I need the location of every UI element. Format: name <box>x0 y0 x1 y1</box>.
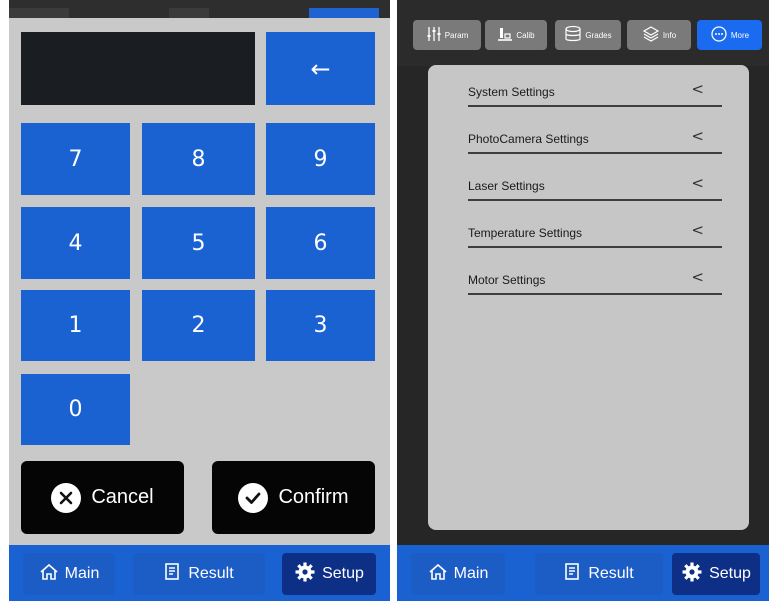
key-5[interactable]: 5 <box>142 207 255 279</box>
nav-main-button[interactable]: Main <box>411 553 505 595</box>
tab-info-label: Info <box>662 30 677 40</box>
nav-main-label: Main <box>64 565 100 582</box>
home-icon <box>428 563 448 586</box>
key-7[interactable]: 7 <box>21 123 130 195</box>
key-6[interactable]: 6 <box>266 207 375 279</box>
layers-icon <box>642 25 660 45</box>
settings-item-system[interactable]: System Settings < <box>468 69 722 107</box>
key-8[interactable]: 8 <box>142 123 255 195</box>
nav-result-label: Result <box>588 565 634 582</box>
key-9[interactable]: 9 <box>266 123 375 195</box>
key-3[interactable]: 3 <box>266 290 375 361</box>
settings-item-motor[interactable]: Motor Settings < <box>468 257 722 295</box>
tab-calib[interactable]: Calib <box>485 20 547 50</box>
chevron-left-icon: < <box>691 268 704 286</box>
settings-item-label: Laser Settings <box>468 179 545 193</box>
settings-item-photocamera[interactable]: PhotoCamera Settings < <box>468 116 722 154</box>
nav-setup-button[interactable]: Setup <box>672 553 760 595</box>
top-strip-segment-active <box>309 8 379 18</box>
settings-item-temperature[interactable]: Temperature Settings < <box>468 210 722 248</box>
calib-icon <box>497 26 513 44</box>
tab-param[interactable]: Param <box>413 20 481 50</box>
nav-main-button[interactable]: Main <box>23 553 115 595</box>
tab-param-label: Param <box>444 30 469 40</box>
gear-icon <box>294 561 316 588</box>
cancel-label: Cancel <box>91 486 154 508</box>
gear-icon <box>681 561 703 588</box>
settings-item-label: Temperature Settings <box>468 226 583 240</box>
settings-card: System Settings < PhotoCamera Settings <… <box>428 65 749 530</box>
keypad-panel: ← 7 8 9 4 5 6 1 2 3 0 Cancel Confirm Mai… <box>9 0 390 601</box>
nav-result-button[interactable]: Result <box>133 553 265 595</box>
nav-setup-label: Setup <box>322 565 364 582</box>
bottom-nav: Main Result Setup <box>9 545 390 601</box>
settings-item-label: Motor Settings <box>468 273 546 287</box>
chevron-left-icon: < <box>691 221 704 239</box>
key-1[interactable]: 1 <box>21 290 130 361</box>
numeric-display[interactable] <box>21 32 255 105</box>
key-2[interactable]: 2 <box>142 290 255 361</box>
result-icon <box>164 562 182 587</box>
top-strip <box>9 0 390 18</box>
settings-item-label: System Settings <box>468 85 555 99</box>
home-icon <box>39 563 59 586</box>
confirm-button[interactable]: Confirm <box>212 461 375 534</box>
bottom-nav: Main Result Setup <box>397 545 769 601</box>
close-icon <box>51 482 82 513</box>
chevron-left-icon: < <box>691 127 704 145</box>
backspace-button[interactable]: ← <box>266 32 375 105</box>
settings-panel: Param Calib Grades Info More System Sett… <box>397 0 769 601</box>
tab-grades[interactable]: Grades <box>555 20 621 50</box>
key-4[interactable]: 4 <box>21 207 130 279</box>
sliders-icon <box>426 26 442 44</box>
tab-grades-label: Grades <box>585 30 612 40</box>
settings-item-laser[interactable]: Laser Settings < <box>468 163 722 201</box>
nav-setup-label: Setup <box>709 565 751 582</box>
confirm-label: Confirm <box>278 486 349 508</box>
result-icon <box>564 562 582 587</box>
tab-calib-label: Calib <box>516 30 535 40</box>
tab-bar: Param Calib Grades Info More <box>397 0 769 66</box>
top-strip-segment <box>9 8 69 18</box>
more-icon <box>710 25 728 45</box>
tab-more[interactable]: More <box>697 20 762 50</box>
check-icon <box>238 482 269 513</box>
nav-setup-button[interactable]: Setup <box>282 553 376 595</box>
tab-more-label: More <box>730 30 750 40</box>
database-icon <box>564 25 582 45</box>
nav-result-button[interactable]: Result <box>535 553 663 595</box>
cancel-button[interactable]: Cancel <box>21 461 184 534</box>
chevron-left-icon: < <box>691 80 704 98</box>
top-strip-segment <box>169 8 209 18</box>
chevron-left-icon: < <box>691 174 704 192</box>
settings-item-label: PhotoCamera Settings <box>468 132 589 146</box>
nav-result-label: Result <box>188 565 234 582</box>
nav-main-label: Main <box>453 565 489 582</box>
key-0[interactable]: 0 <box>21 374 130 445</box>
tab-info[interactable]: Info <box>627 20 691 50</box>
